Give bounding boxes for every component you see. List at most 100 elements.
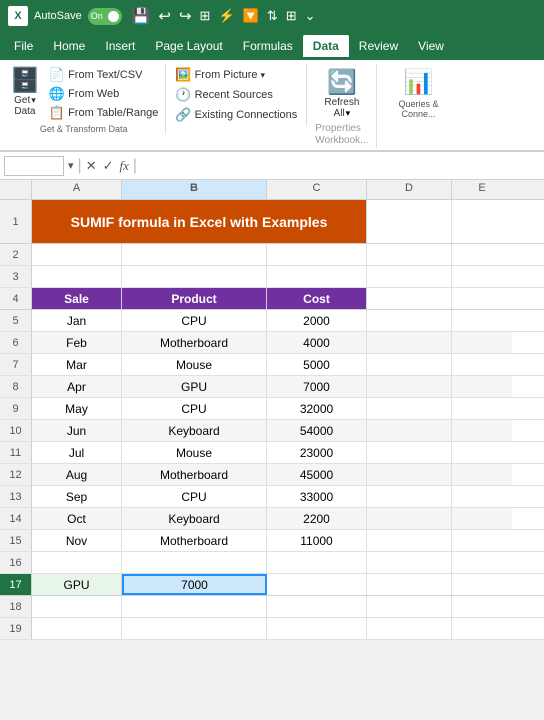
redo-icon[interactable]: ↪ <box>179 7 192 25</box>
filter-icon[interactable]: 🔽 <box>243 8 259 24</box>
col-header-c[interactable]: C <box>267 180 367 199</box>
cell[interactable]: Mouse <box>122 354 267 375</box>
dropdown-arrow-icon[interactable]: ▾ <box>68 159 74 172</box>
table-row: 1 SUMIF formula in Excel with Examples <box>0 200 544 244</box>
cell[interactable]: Jul <box>32 442 122 463</box>
cell-b17-selected[interactable]: 7000 <box>122 574 267 595</box>
confirm-icon[interactable]: ✓ <box>103 158 114 174</box>
grid-icon[interactable]: ⊞ <box>200 8 211 24</box>
row-num: 18 <box>0 596 32 617</box>
col-header-d[interactable]: D <box>367 180 452 199</box>
cell[interactable]: Motherboard <box>122 530 267 551</box>
refresh-dropdown: ▾ <box>346 108 351 119</box>
cell[interactable]: Keyboard <box>122 420 267 441</box>
separator-icon: | <box>78 157 82 175</box>
menu-item-file[interactable]: File <box>4 35 43 57</box>
cancel-icon[interactable]: ✕ <box>86 158 97 174</box>
autosave-label: AutoSave <box>34 10 82 22</box>
lightning-icon[interactable]: ⚡ <box>218 8 234 24</box>
from-picture-button[interactable]: 🖼️ From Picture ▾ <box>172 66 268 84</box>
col-header-e[interactable]: E <box>452 180 512 199</box>
more-icon[interactable]: ⊞ <box>286 8 297 24</box>
cell[interactable]: 23000 <box>267 442 367 463</box>
cell-reference-input[interactable]: B17 <box>4 156 64 176</box>
connect-group: 🖼️ From Picture ▾ 🕐 Recent Sources 🔗 Exi… <box>166 64 307 126</box>
menu-item-formulas[interactable]: Formulas <box>233 35 303 57</box>
cell[interactable]: Apr <box>32 376 122 397</box>
cell[interactable]: Cost <box>267 288 367 309</box>
cell[interactable]: Motherboard <box>122 464 267 485</box>
menu-item-view[interactable]: View <box>408 35 454 57</box>
row-num: 9 <box>0 398 32 419</box>
cell[interactable]: GPU <box>122 376 267 397</box>
cell[interactable]: 45000 <box>267 464 367 485</box>
from-web-button[interactable]: 🌐 From Web <box>46 85 161 103</box>
cell[interactable]: Jun <box>32 420 122 441</box>
row-num: 4 <box>0 288 32 309</box>
recent-sources-button[interactable]: 🕐 Recent Sources <box>172 86 275 104</box>
menu-item-review[interactable]: Review <box>349 35 408 57</box>
row-num: 8 <box>0 376 32 397</box>
from-text-csv-button[interactable]: 📄 From Text/CSV <box>46 66 161 84</box>
existing-connections-button[interactable]: 🔗 Existing Connections <box>172 106 300 124</box>
from-text-label: From Text/CSV <box>68 69 142 81</box>
cell[interactable]: Feb <box>32 332 122 353</box>
workbook-label: Workbook... <box>315 135 368 146</box>
cell[interactable]: Sale <box>32 288 122 309</box>
cell[interactable]: Product <box>122 288 267 309</box>
menu-item-page-layout[interactable]: Page Layout <box>145 35 232 57</box>
cell[interactable]: 2200 <box>267 508 367 529</box>
row-num: 7 <box>0 354 32 375</box>
cell[interactable]: 4000 <box>267 332 367 353</box>
expand-icon[interactable]: ⌄ <box>305 8 316 24</box>
row-header-corner <box>0 180 32 199</box>
cell[interactable]: Nov <box>32 530 122 551</box>
cell[interactable]: May <box>32 398 122 419</box>
from-web-label: From Web <box>68 88 119 100</box>
cell[interactable]: CPU <box>122 310 267 331</box>
table-row: 6 Feb Motherboard 4000 <box>0 332 544 354</box>
cell[interactable]: Mouse <box>122 442 267 463</box>
table-row: 2 <box>0 244 544 266</box>
cell[interactable]: CPU <box>122 486 267 507</box>
cell[interactable]: 7000 <box>267 376 367 397</box>
cell[interactable]: Aug <box>32 464 122 485</box>
get-data-button[interactable]: 🗄️ Get ▾ Data <box>6 64 44 119</box>
cell[interactable]: GPU <box>32 574 122 595</box>
col-header-a[interactable]: A <box>32 180 122 199</box>
cell[interactable]: Motherboard <box>122 332 267 353</box>
table-row: 7 Mar Mouse 5000 <box>0 354 544 376</box>
cell[interactable]: 33000 <box>267 486 367 507</box>
col-header-b[interactable]: B <box>122 180 267 199</box>
menu-item-home[interactable]: Home <box>43 35 95 57</box>
row-num: 3 <box>0 266 32 287</box>
cell[interactable]: Jan <box>32 310 122 331</box>
cell[interactable]: 5000 <box>267 354 367 375</box>
cell[interactable]: Sep <box>32 486 122 507</box>
table-row: 8 Apr GPU 7000 <box>0 376 544 398</box>
row-num: 1 <box>0 200 32 243</box>
refresh-button[interactable]: 🔄 Refresh All ▾ <box>318 66 365 121</box>
excel-icon: X <box>8 6 28 26</box>
menu-item-data[interactable]: Data <box>303 35 349 57</box>
cell[interactable]: CPU <box>122 398 267 419</box>
refresh-icon: 🔄 <box>327 68 357 97</box>
table-row: 18 <box>0 596 544 618</box>
cell[interactable]: 54000 <box>267 420 367 441</box>
cell[interactable]: 11000 <box>267 530 367 551</box>
table-row: 15 Nov Motherboard 11000 <box>0 530 544 552</box>
cell[interactable]: 2000 <box>267 310 367 331</box>
autosave-toggle[interactable]: On <box>88 8 122 25</box>
function-icon[interactable]: fx <box>120 158 129 174</box>
menu-item-insert[interactable]: Insert <box>95 35 145 57</box>
from-table-button[interactable]: 📋 From Table/Range <box>46 104 161 122</box>
sort-icon[interactable]: ⇅ <box>267 8 278 24</box>
cell[interactable]: Mar <box>32 354 122 375</box>
cell[interactable]: Keyboard <box>122 508 267 529</box>
cell[interactable]: 32000 <box>267 398 367 419</box>
queries-button[interactable]: 📊 <box>400 66 438 99</box>
cell[interactable]: Oct <box>32 508 122 529</box>
formula-input[interactable]: =SUMIF(B5:B15,A17,C5:C15) <box>141 159 540 173</box>
save-icon[interactable]: 💾 <box>132 7 151 25</box>
undo-icon[interactable]: ↩ <box>158 7 171 25</box>
